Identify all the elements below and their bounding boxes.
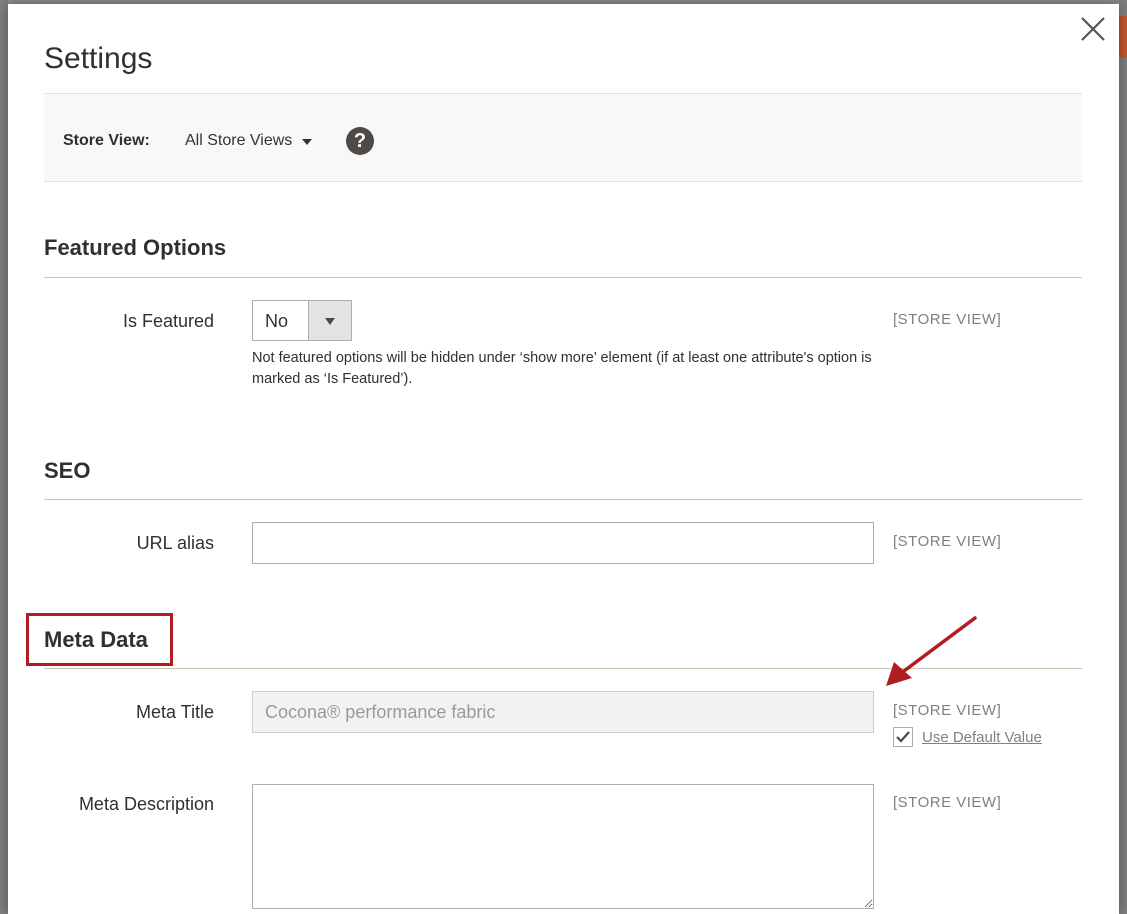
background-page-left — [0, 0, 8, 914]
section-title-meta: Meta Data — [44, 627, 148, 652]
meta-title-label: Meta Title — [135, 702, 214, 722]
scope-label: [STORE VIEW] — [893, 702, 1002, 719]
modal-title: Settings — [44, 42, 153, 75]
section-divider — [44, 499, 1082, 500]
checkmark-icon — [896, 731, 910, 743]
store-view-value: All Store Views — [185, 132, 293, 149]
scope-label: [STORE VIEW] — [893, 794, 1002, 811]
question-circle-icon[interactable]: ? — [346, 127, 374, 155]
is-featured-note: Not featured options will be hidden unde… — [252, 350, 872, 387]
url-alias-label: URL alias — [136, 533, 214, 553]
is-featured-select[interactable]: No — [252, 300, 352, 341]
is-featured-value: No — [265, 311, 289, 331]
meta-description-label: Meta Description — [78, 794, 214, 814]
close-icon — [1081, 17, 1105, 41]
section-divider — [44, 277, 1082, 278]
background-page-right — [1119, 0, 1127, 914]
section-title-featured: Featured Options — [44, 235, 227, 260]
checkbox[interactable] — [893, 727, 913, 747]
store-view-label: Store View: — [63, 132, 150, 149]
store-view-bar: Store View: All Store Views ? — [44, 93, 1082, 182]
background-button-fragment — [1119, 16, 1127, 58]
settings-modal: Settings Store View: All Store Views ? F… — [8, 4, 1119, 914]
chevron-down-icon — [302, 139, 313, 145]
section-title-seo: SEO — [44, 458, 91, 483]
is-featured-label: Is Featured — [122, 311, 214, 331]
meta-title-input[interactable] — [252, 691, 874, 733]
close-button[interactable] — [1078, 14, 1108, 44]
scope-label: [STORE VIEW] — [893, 311, 1002, 328]
arrow-icon — [886, 616, 977, 686]
meta-description-textarea[interactable] — [252, 784, 874, 909]
store-view-switcher[interactable]: All Store Views — [185, 132, 313, 150]
use-default-value-label: Use Default Value — [922, 728, 1042, 746]
use-default-value-checkbox[interactable]: Use Default Value — [893, 727, 1042, 747]
scope-label: [STORE VIEW] — [893, 533, 1002, 550]
url-alias-input[interactable] — [252, 522, 874, 564]
select-arrow-icon — [308, 301, 351, 340]
